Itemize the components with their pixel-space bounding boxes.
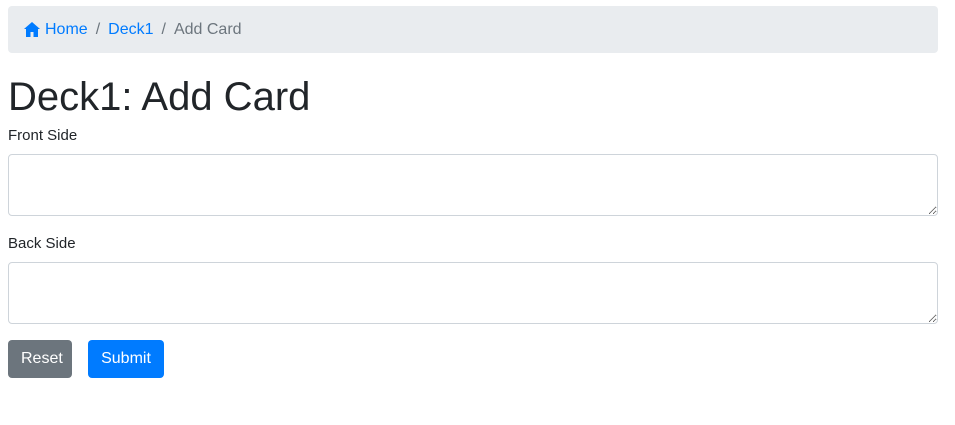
back-side-group: Back Side [8,235,938,324]
breadcrumb-current: Add Card [173,20,242,38]
reset-button[interactable]: Reset [8,340,72,378]
front-side-label: Front Side [8,127,78,144]
back-side-textarea[interactable] [8,262,938,324]
breadcrumb-home-label: Home [45,20,88,38]
breadcrumb-deck-link[interactable]: Deck1 [108,21,153,39]
back-side-label: Back Side [8,235,76,252]
front-side-group: Front Side [8,127,938,216]
form-actions: Reset Submit [8,340,938,378]
breadcrumb: Home / Deck1 / Add Card [8,6,938,53]
page-title: Deck1: Add Card [8,75,311,119]
submit-button[interactable]: Submit [88,340,164,378]
breadcrumb-home-link[interactable]: Home [24,21,88,39]
breadcrumb-separator: / [161,20,166,38]
front-side-textarea[interactable] [8,154,938,216]
page-container: Home / Deck1 / Add Card Deck1: Add Card … [8,0,938,378]
home-icon [24,22,40,37]
breadcrumb-separator: / [95,20,101,38]
add-card-form: Front Side Back Side Reset Submit [8,127,938,378]
